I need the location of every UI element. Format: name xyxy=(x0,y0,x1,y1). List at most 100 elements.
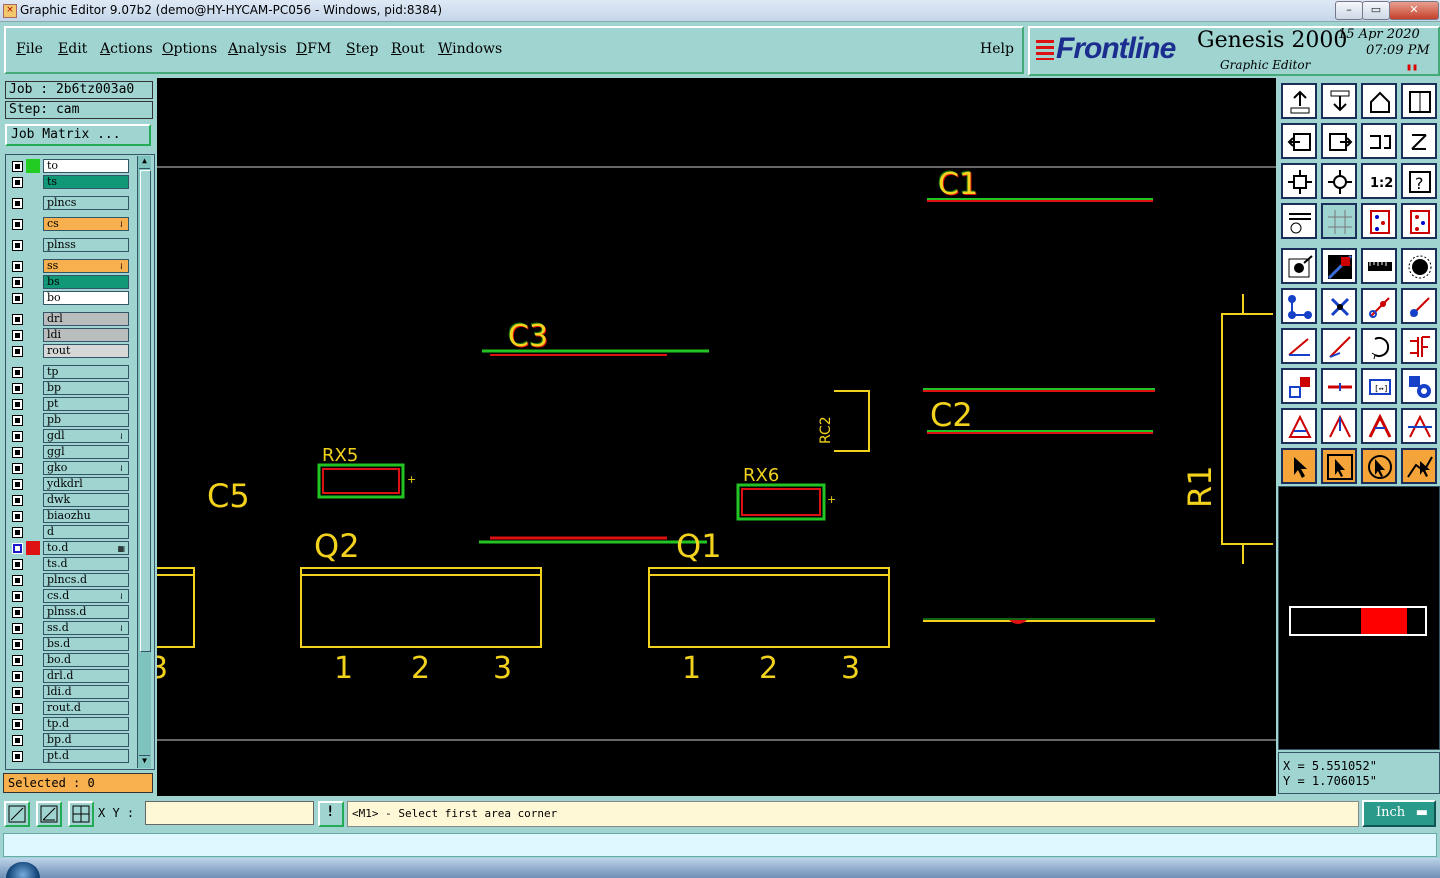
layer-name[interactable]: dwk xyxy=(43,493,129,507)
layer-name[interactable]: bp.d xyxy=(43,733,129,747)
layer-checkbox[interactable] xyxy=(12,623,23,634)
minus-button[interactable] xyxy=(1321,368,1357,404)
layer-name[interactable]: rout xyxy=(43,344,129,358)
layer-checkbox[interactable] xyxy=(12,431,23,442)
layer-row-ss[interactable]: ss ⇃ xyxy=(10,259,129,273)
layer-checkbox[interactable] xyxy=(12,735,23,746)
window-button[interactable] xyxy=(1401,83,1437,119)
menu-windows[interactable]: Windows xyxy=(438,41,502,57)
layer-row-to[interactable]: to xyxy=(10,159,129,173)
pointer-button[interactable] xyxy=(1281,448,1317,484)
scroll-down-icon[interactable]: ▼ xyxy=(139,755,150,768)
layer-name[interactable]: ggl xyxy=(43,445,129,459)
layer-checkbox[interactable] xyxy=(12,293,23,304)
layer-name[interactable]: rout.d xyxy=(43,701,129,715)
layer-row-tp.d[interactable]: tp.d xyxy=(10,717,129,731)
pointer-circle-button[interactable] xyxy=(1361,448,1397,484)
snap-b-button[interactable] xyxy=(1401,203,1437,239)
zoom-fit-button[interactable] xyxy=(1321,83,1357,119)
center-button[interactable] xyxy=(1321,163,1357,199)
scroll-thumb[interactable] xyxy=(140,170,151,652)
menu-file[interactable]: File xyxy=(16,41,43,57)
layer-checkbox[interactable] xyxy=(12,655,23,666)
color-button[interactable] xyxy=(1321,248,1357,284)
layer-checkbox[interactable] xyxy=(12,463,23,474)
grid-button[interactable] xyxy=(1321,203,1357,239)
layer-row-ss.d[interactable]: ss.d ⇃ xyxy=(10,621,129,635)
ruler-button[interactable] xyxy=(1361,248,1397,284)
start-button-icon[interactable] xyxy=(6,862,40,878)
dims-button[interactable]: [↔] xyxy=(1361,368,1397,404)
layer-checkbox[interactable] xyxy=(12,527,23,538)
menu-dfm[interactable]: DFM xyxy=(296,41,331,57)
layer-row-ldi[interactable]: ldi xyxy=(10,328,129,342)
flag-button[interactable] xyxy=(1281,368,1317,404)
layer-checkbox[interactable] xyxy=(12,383,23,394)
layer-checkbox[interactable] xyxy=(12,314,23,325)
layer-name[interactable]: bs.d xyxy=(43,637,129,651)
layer-row-ydkdrl[interactable]: ydkdrl xyxy=(10,477,129,491)
layer-name[interactable]: gko ⇃ xyxy=(43,461,129,475)
layer-name[interactable]: plnss xyxy=(43,238,129,252)
layer-checkbox[interactable] xyxy=(12,447,23,458)
layer-name[interactable]: bp xyxy=(43,381,129,395)
layer-row-rout[interactable]: rout xyxy=(10,344,129,358)
layer-checkbox[interactable] xyxy=(12,219,23,230)
layer-row-cs[interactable]: cs ⇃ xyxy=(10,217,129,231)
layer-name[interactable]: bo.d xyxy=(43,653,129,667)
layer-checkbox[interactable] xyxy=(12,277,23,288)
layer-name[interactable]: pt xyxy=(43,397,129,411)
home-button[interactable] xyxy=(1361,83,1397,119)
layer-checkbox[interactable] xyxy=(12,399,23,410)
menu-help[interactable]: Help xyxy=(980,41,1014,57)
layer-row-to.d[interactable]: to.d ▦ xyxy=(10,541,129,555)
layer-name[interactable]: gdl ⇃ xyxy=(43,429,129,443)
layer-checkbox[interactable] xyxy=(12,261,23,272)
menu-actions[interactable]: Actions xyxy=(100,41,153,57)
layer-row-rout.d[interactable]: rout.d xyxy=(10,701,129,715)
layer-name[interactable]: biaozhu xyxy=(43,509,129,523)
redo-button[interactable] xyxy=(1401,123,1437,159)
layer-checkbox[interactable] xyxy=(12,591,23,602)
layer-name[interactable]: ldi.d xyxy=(43,685,129,699)
layer-checkbox[interactable] xyxy=(12,671,23,682)
layer-checkbox[interactable] xyxy=(12,415,23,426)
zoom-home-button[interactable] xyxy=(1281,83,1317,119)
measure-button[interactable] xyxy=(1281,203,1317,239)
layer-checkbox[interactable] xyxy=(12,198,23,209)
layer-row-bo[interactable]: bo xyxy=(10,291,129,305)
graphic-canvas[interactable]: + + C1 C1 C1 C3 C3 C3 C2 RC2 RX5 RX6 C5 … xyxy=(157,78,1276,796)
pad-button[interactable] xyxy=(1281,248,1317,284)
xy-input[interactable] xyxy=(145,801,314,825)
pointer-box-button[interactable] xyxy=(1321,448,1357,484)
layer-checkbox[interactable] xyxy=(12,751,23,762)
layer-checkbox[interactable] xyxy=(12,479,23,490)
layer-row-dwk[interactable]: dwk xyxy=(10,493,129,507)
layer-checkbox[interactable] xyxy=(12,543,23,554)
layer-name[interactable]: ydkdrl xyxy=(43,477,129,491)
layer-name[interactable]: to xyxy=(43,159,129,173)
layer-name[interactable]: ldi xyxy=(43,328,129,342)
layer-checkbox[interactable] xyxy=(12,703,23,714)
layer-name[interactable]: pt.d xyxy=(43,749,129,763)
layer-name[interactable]: bs xyxy=(43,275,129,289)
layer-row-cs.d[interactable]: cs.d ⇃ xyxy=(10,589,129,603)
preview-window[interactable] xyxy=(1278,486,1440,750)
layer-row-ts[interactable]: ts xyxy=(10,175,129,189)
pointer-path-button[interactable] xyxy=(1401,448,1437,484)
layer-checkbox[interactable] xyxy=(12,177,23,188)
layer-row-ldi.d[interactable]: ldi.d xyxy=(10,685,129,699)
layer-checkbox[interactable] xyxy=(12,719,23,730)
menu-step[interactable]: Step xyxy=(346,41,378,57)
snap-a-button[interactable] xyxy=(1361,203,1397,239)
layer-name[interactable]: plncs xyxy=(43,196,129,210)
layer-row-bp[interactable]: bp xyxy=(10,381,129,395)
close-button[interactable]: ✕ xyxy=(1389,1,1439,20)
layer-row-pb[interactable]: pb xyxy=(10,413,129,427)
pan-left-button[interactable] xyxy=(1281,123,1317,159)
alert-button[interactable]: ! xyxy=(318,801,344,827)
minimize-button[interactable]: – xyxy=(1335,1,1363,20)
layer-name[interactable]: ss ⇃ xyxy=(43,259,129,273)
layer-row-drl.d[interactable]: drl.d xyxy=(10,669,129,683)
cross-button[interactable] xyxy=(1321,288,1357,324)
